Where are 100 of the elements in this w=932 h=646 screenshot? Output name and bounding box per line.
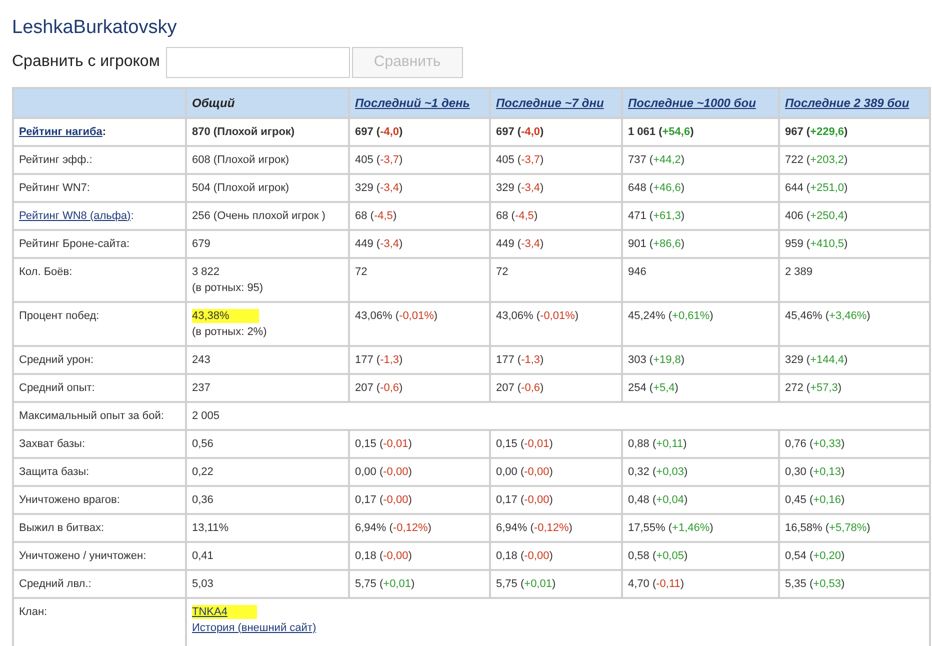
row-label: Защита базы: [13, 458, 186, 486]
table-cell-note: (в ротных: 95) [192, 280, 264, 296]
table-cell: 697 (-4,0) [349, 118, 490, 146]
table-cell: 207 (-0,6) [490, 374, 622, 402]
table-cell: 329 (-3,4) [349, 174, 490, 202]
column-header: Общий [186, 88, 349, 118]
table-cell: 256 (Очень плохой игрок ) [192, 210, 326, 222]
row-label: Средний лвл.: [13, 570, 186, 598]
table-cell: 722 (+203,2) [779, 146, 930, 174]
table-cell: 254 (+5,4) [622, 374, 779, 402]
table-cell: 0,00 (-0,00) [349, 458, 490, 486]
row-label-text: : [130, 210, 134, 222]
player-name: LeshkaBurkatovsky [12, 16, 178, 40]
table-cell: 697 (-4,0) [490, 118, 622, 146]
table-cell: 471 (+61,3) [622, 202, 779, 230]
table-cell: 68 (-4,5) [490, 202, 622, 230]
table-cell: 0,36 [192, 494, 214, 506]
row-label: Захват базы: [13, 430, 186, 458]
table-cell: 13,11% [192, 522, 228, 534]
table-cell: 0,54 (+0,20) [779, 542, 930, 570]
table-cell: 0,18 (-0,00) [490, 542, 622, 570]
table-cell: 2 005 [186, 402, 930, 430]
table-cell: 959 (+410,5) [779, 230, 930, 258]
table-cell: 45,46% (+3,46%) [779, 302, 930, 346]
table-cell: 177 (-1,3) [349, 346, 490, 374]
table-cell: 45,24% (+0,61%) [622, 302, 779, 346]
table-cell: 5,75 (+0,01) [490, 570, 622, 598]
table-cell: 0,58 (+0,05) [622, 542, 779, 570]
table-cell-note: (в ротных: 2%) [192, 324, 268, 340]
table-cell: 0,15 (-0,01) [490, 430, 622, 458]
table-cell: 5,03 [192, 578, 214, 590]
row-label: Клан: [13, 598, 186, 646]
player-input-field[interactable] [166, 46, 350, 78]
table-cell: 68 (-4,5) [349, 202, 490, 230]
table-cell: 870 (Плохой игрок) [192, 126, 295, 138]
table-cell: 72 [349, 258, 490, 302]
table-cell: 0,45 (+0,16) [779, 486, 930, 514]
row-label: Процент побед: [13, 302, 186, 346]
table-cell: 43,38% [192, 308, 260, 323]
row-label-link[interactable]: Рейтинг нагиба [19, 126, 102, 138]
table-cell: 946 [622, 258, 779, 302]
row-label: Кол. Боёв: [13, 258, 186, 302]
table-cell: 243 [192, 354, 210, 366]
table-cell: 0,41 [192, 550, 214, 562]
table-cell: 43,06% (-0,01%) [490, 302, 622, 346]
table-cell: 6,94% (-0,12%) [349, 514, 490, 542]
table-cell: 406 (+250,4) [779, 202, 930, 230]
row-label: Рейтинг эфф.: [13, 146, 186, 174]
table-cell: 0,88 (+0,11) [622, 430, 779, 458]
table-cell: 0,32 (+0,03) [622, 458, 779, 486]
table-cell: 5,35 (+0,53) [779, 570, 930, 598]
table-cell: 0,76 (+0,33) [779, 430, 930, 458]
table-cell: 0,56 [192, 438, 214, 450]
table-cell: 0,48 (+0,04) [622, 486, 779, 514]
table-cell: 648 (+46,6) [622, 174, 779, 202]
row-label: Выжил в битвах: [13, 514, 186, 542]
table-cell: 303 (+19,8) [622, 346, 779, 374]
row-label: Средний урон: [13, 346, 186, 374]
table-cell: 0,22 [192, 466, 214, 478]
row-label: Максимальный опыт за бой: [13, 402, 186, 430]
compare-label: Сравнить с игроком [12, 52, 160, 72]
table-cell: 329 (+144,4) [779, 346, 930, 374]
table-cell: 0,30 (+0,13) [779, 458, 930, 486]
table-cell: 6,94% (-0,12%) [490, 514, 622, 542]
table-cell: 4,70 (-0,11) [622, 570, 779, 598]
history-link[interactable]: История (внешний сайт) [192, 622, 316, 634]
table-cell: 644 (+251,0) [779, 174, 930, 202]
table-cell: 608 (Плохой игрок) [192, 154, 290, 166]
table-cell: 449 (-3,4) [349, 230, 490, 258]
table-cell: 17,55% (+1,46%) [622, 514, 779, 542]
row-label: Рейтинг WN7: [13, 174, 186, 202]
table-cell: 237 [192, 382, 210, 394]
table-cell: 207 (-0,6) [349, 374, 490, 402]
clan-link[interactable]: TNKA4 [192, 604, 258, 619]
row-label-link[interactable]: Рейтинг WN8 (альфа) [19, 210, 131, 222]
row-label-text: : [102, 126, 106, 138]
row-label: Уничтожено врагов: [13, 486, 186, 514]
table-cell: 72 [490, 258, 622, 302]
table-cell: 0,15 (-0,01) [349, 430, 490, 458]
table-cell: 405 (-3,7) [490, 146, 622, 174]
table-cell: 329 (-3,4) [490, 174, 622, 202]
table-cell: 16,58% (+5,78%) [779, 514, 930, 542]
table-cell: 0,17 (-0,00) [490, 486, 622, 514]
table-cell: 2 389 [779, 258, 930, 302]
table-cell: 0,18 (-0,00) [349, 542, 490, 570]
row-label: Рейтинг Броне-сайта: [13, 230, 186, 258]
table-cell: 5,75 (+0,01) [349, 570, 490, 598]
table-cell: 504 (Плохой игрок) [192, 182, 290, 194]
table-cell: 967 (+229,6) [779, 118, 930, 146]
table-cell: 405 (-3,7) [349, 146, 490, 174]
table-cell: 737 (+44,2) [622, 146, 779, 174]
table-cell: 679 [192, 238, 210, 250]
row-label: Средний опыт: [13, 374, 186, 402]
table-cell: 3 822 [192, 266, 220, 278]
row-label: Уничтожено / уничтожен: [13, 542, 186, 570]
table-cell: 1 061 (+54,6) [622, 118, 779, 146]
table-cell: 449 (-3,4) [490, 230, 622, 258]
table-cell: 43,06% (-0,01%) [349, 302, 490, 346]
table-cell: 177 (-1,3) [490, 346, 622, 374]
table-cell: 901 (+86,6) [622, 230, 779, 258]
